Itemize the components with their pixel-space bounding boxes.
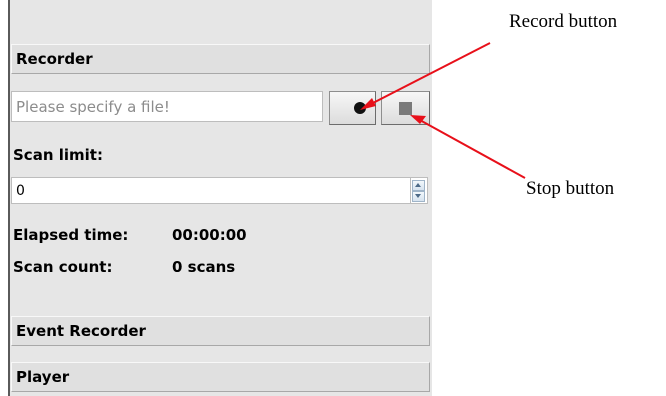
callout-arrows: [360, 42, 526, 179]
record-callout-arrow: [366, 42, 491, 107]
stop-callout-arrow: [417, 118, 526, 179]
record-callout-arrowhead: [360, 98, 376, 110]
